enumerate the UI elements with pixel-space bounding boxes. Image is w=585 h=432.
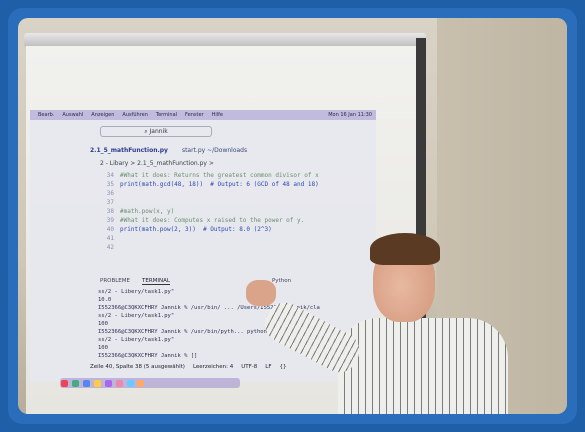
terminal-line: I552366@C3QKXCFHRY Jannik % /usr/bin/ ..…	[98, 305, 320, 311]
presenter-hand	[246, 280, 276, 306]
line-number: 34	[106, 172, 114, 179]
terminal-line: 10.0	[98, 297, 112, 303]
code-text: #math.pow(x, y)	[120, 208, 175, 215]
dock	[60, 378, 240, 388]
status-item: UTF-8	[241, 363, 258, 370]
tab-start: start.py ~/Downloads	[181, 146, 248, 154]
search-text: Jannik	[149, 128, 168, 135]
code-text: #What it does: Computes x raised to the …	[120, 217, 305, 224]
status-item: Zeile 40, Spalte 38 (5 ausgewählt)	[90, 363, 185, 370]
code-line: 36	[100, 189, 360, 198]
terminal-line: ss/2 - Libery/task1.py"	[98, 289, 175, 295]
app-icon	[82, 379, 90, 387]
terminal-line: ss/2 - Libery/task1.py"	[98, 313, 175, 319]
menu-item: Fenster	[185, 112, 204, 118]
breadcrumb: 2 - Libary > 2.1_5_mathFunction.py >	[100, 160, 214, 167]
code-line: 42	[100, 243, 360, 252]
code-line: 39 #What it does: Computes x raised to th…	[100, 216, 360, 225]
line-number: 37	[106, 199, 114, 206]
line-number: 40	[106, 226, 114, 233]
presenter-shirt	[338, 318, 508, 414]
tab-terminal: TERMINAL	[142, 278, 170, 285]
code-text: print(math.pow(2, 3)) # Output: 8.0 (2^3…	[120, 226, 272, 233]
menu-item: Hilfe	[211, 112, 223, 118]
app-icon	[104, 379, 112, 387]
code-line: 41	[100, 234, 360, 243]
line-number: 42	[106, 244, 114, 251]
menu-item: Ausführen	[122, 112, 148, 118]
status-item: {}	[279, 363, 287, 370]
code-line: 35 print(math.gcd(48, 18)) # Output: 6 (G…	[100, 180, 360, 189]
line-number: 38	[106, 208, 114, 215]
menu-item: Bearb.	[38, 112, 55, 118]
menu-item: Terminal	[155, 112, 178, 118]
presenter-hair	[370, 233, 440, 265]
menu-item: Anzeigen	[91, 112, 115, 118]
menu-bar: Bearb. Auswahl Anzeigen Ausführen Termin…	[30, 110, 376, 120]
search-input: ⌕ Jannik	[100, 126, 212, 137]
shell-label: Python	[271, 278, 292, 284]
code-line: 40 print(math.pow(2, 3)) # Output: 8.0 (2…	[100, 225, 360, 234]
app-icon	[93, 379, 101, 387]
tab-row: 2.1_5_mathFunction.py start.py ~/Downloa…	[90, 144, 376, 156]
code-area: 34 #What it does: Returns the greatest co…	[100, 171, 360, 252]
status-item: Leerzeichen: 4	[192, 363, 234, 370]
line-number: 39	[106, 217, 114, 224]
clock: Mon 16 Jan 11:30	[328, 112, 372, 118]
line-number: 35	[106, 181, 114, 188]
tab-math-function: 2.1_5_mathFunction.py	[90, 146, 168, 154]
projector-screen-case	[24, 33, 426, 47]
line-number: 41	[106, 235, 114, 242]
code-line: 38 #math.pow(x, y)	[100, 207, 360, 216]
code-text: #What it does: Returns the greatest comm…	[120, 172, 319, 179]
classroom-photo: Bearb. Auswahl Anzeigen Ausführen Termin…	[18, 18, 567, 414]
app-icon	[61, 379, 68, 387]
code-text: print(math.gcd(48, 18)) # Output: 6 (GCD…	[120, 181, 319, 188]
app-icon	[126, 379, 134, 387]
code-line: 37	[100, 198, 360, 207]
line-number: 36	[106, 190, 114, 197]
status-bar: Zeile 40, Spalte 38 (5 ausgewählt) Leerze…	[90, 362, 320, 371]
app-icon	[137, 379, 145, 387]
tab-problems: PROBLEME	[100, 278, 131, 284]
app-icon	[71, 379, 79, 387]
status-item: LF	[265, 363, 272, 370]
menu-item: Auswahl	[62, 112, 84, 118]
app-icon	[115, 379, 123, 387]
code-line: 34 #What it does: Returns the greatest co…	[100, 171, 360, 180]
